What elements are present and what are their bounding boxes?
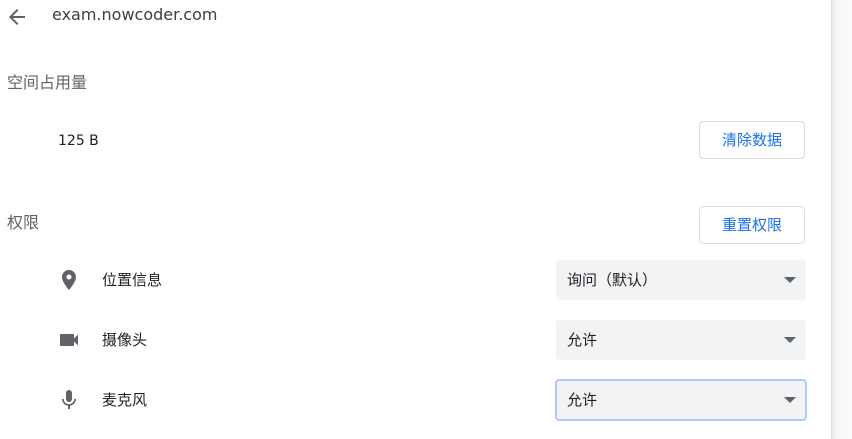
clear-data-button[interactable]: 清除数据 (699, 121, 805, 159)
chevron-down-icon (784, 337, 796, 343)
microphone-permission-select[interactable]: 允许 (555, 379, 807, 421)
site-title: exam.nowcoder.com (52, 5, 218, 24)
reset-permissions-button[interactable]: 重置权限 (699, 206, 805, 244)
select-value: 允许 (567, 331, 598, 349)
permissions-section-title: 权限 (7, 213, 40, 232)
location-pin-icon (62, 270, 76, 290)
videocam-icon (60, 334, 78, 346)
permission-label-camera: 摄像头 (102, 331, 148, 349)
permission-label-location: 位置信息 (102, 271, 163, 289)
select-value: 允许 (567, 391, 598, 409)
microphone-icon (62, 390, 76, 409)
select-value: 询问（默认） (567, 271, 658, 289)
permission-label-microphone: 麦克风 (102, 391, 148, 409)
arrow-back-icon[interactable] (5, 5, 29, 29)
camera-permission-select[interactable]: 允许 (556, 320, 806, 360)
storage-usage-value: 125 B (58, 133, 99, 149)
window-edge (831, 0, 852, 439)
storage-section-title: 空间占用量 (7, 73, 88, 92)
chevron-down-icon (784, 397, 796, 403)
chevron-down-icon (784, 277, 796, 283)
location-permission-select[interactable]: 询问（默认） (556, 260, 806, 300)
